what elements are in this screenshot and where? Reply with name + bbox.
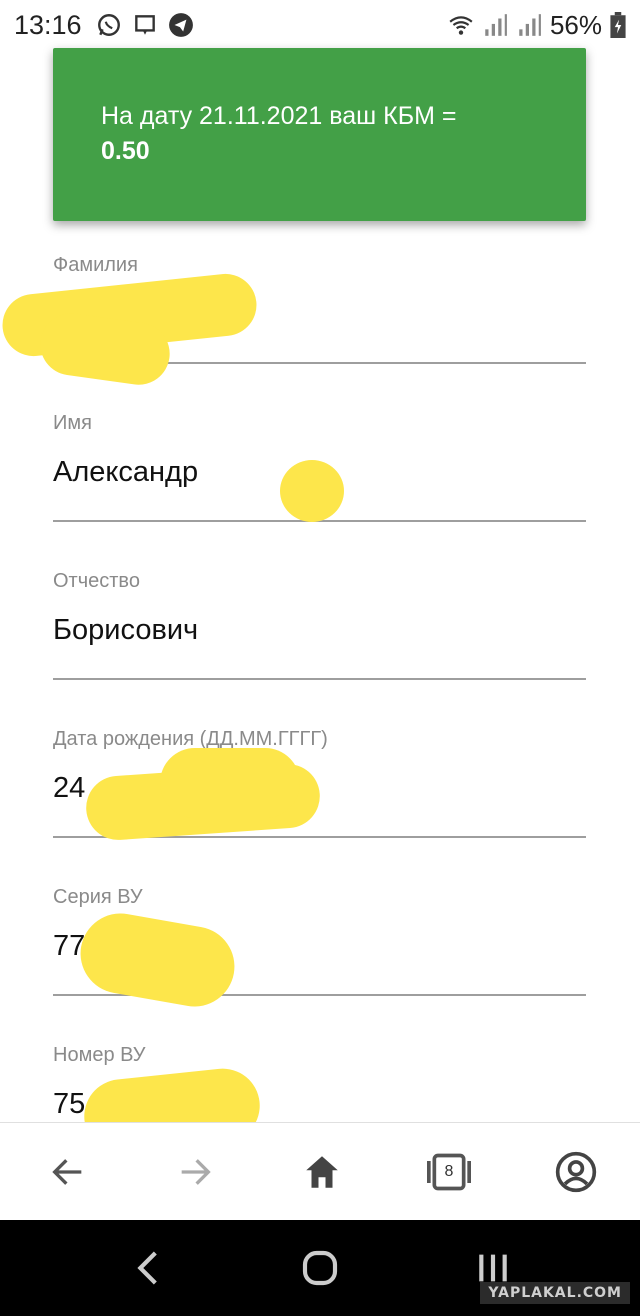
battery-icon xyxy=(610,12,626,38)
patronymic-field[interactable]: Отчество Борисович xyxy=(53,570,586,680)
license-number-value[interactable]: 75 xyxy=(53,1088,85,1121)
nav-home-button[interactable] xyxy=(285,1233,355,1303)
browser-toolbar: 8 xyxy=(0,1122,640,1220)
system-nav-bar: YAPLAKAL.COM xyxy=(0,1220,640,1316)
signal-icon xyxy=(519,14,541,36)
forward-button[interactable] xyxy=(167,1144,223,1200)
nav-back-icon xyxy=(137,1251,157,1285)
status-time: 13:16 xyxy=(14,9,82,40)
patronymic-value[interactable]: Борисович xyxy=(53,614,198,647)
battery-percent: 56% xyxy=(549,9,602,40)
message-icon xyxy=(134,15,155,35)
nav-home-icon xyxy=(302,1250,338,1286)
profile-icon xyxy=(555,1151,597,1192)
status-bar: 13:16 56% xyxy=(0,0,640,50)
signal-icon xyxy=(485,14,507,36)
home-button[interactable] xyxy=(294,1144,350,1200)
first-name-label: Имя xyxy=(53,412,92,434)
birth-date-value[interactable]: 24 xyxy=(53,772,85,805)
wifi-icon xyxy=(449,16,473,35)
profile-button[interactable] xyxy=(548,1144,604,1200)
back-button[interactable] xyxy=(40,1144,96,1200)
kbm-message: На дату 21.11.2021 ваш КБМ = xyxy=(101,102,457,130)
tabs-count: 8 xyxy=(444,1162,454,1180)
license-series-label: Серия ВУ xyxy=(53,886,143,908)
forward-arrow-icon xyxy=(181,1158,211,1185)
redaction-mark xyxy=(160,748,300,818)
surname-label: Фамилия xyxy=(53,254,138,276)
nav-back-button[interactable] xyxy=(112,1233,182,1303)
kbm-result-card: На дату 21.11.2021 ваш КБМ = 0.50 xyxy=(53,48,586,221)
watermark: YAPLAKAL.COM xyxy=(480,1282,630,1304)
kbm-value: 0.50 xyxy=(101,137,150,165)
patronymic-label: Отчество xyxy=(53,570,140,592)
first-name-value[interactable]: Александр xyxy=(53,456,198,489)
license-number-label: Номер ВУ xyxy=(53,1044,146,1066)
redaction-mark xyxy=(280,460,344,522)
home-icon xyxy=(306,1155,338,1188)
whatsapp-icon xyxy=(97,14,120,36)
telegram-icon xyxy=(168,13,193,37)
back-arrow-icon xyxy=(52,1158,82,1185)
tabs-button[interactable]: 8 xyxy=(421,1144,477,1200)
